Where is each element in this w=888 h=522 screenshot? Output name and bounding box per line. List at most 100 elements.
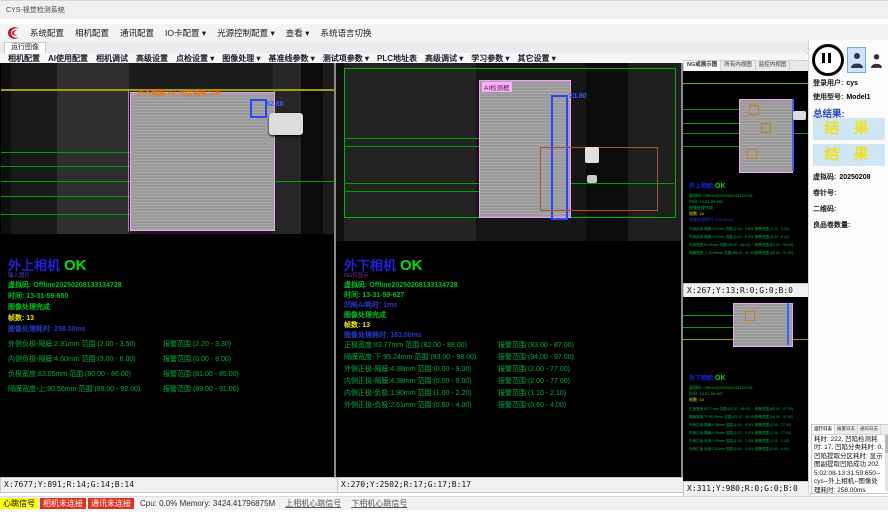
preview-row: 报警范围:(0.00 - 8.00) — [755, 235, 789, 240]
qrcode-field: 二维码: — [813, 204, 836, 214]
camera-left-image[interactable]: 52.88 补齐阈值:93, 吻合阈值:100 — [1, 63, 334, 234]
menu-item-camera-config[interactable]: 相机配置 — [75, 27, 109, 39]
guide-line — [683, 123, 739, 124]
tool-other-settings[interactable]: 其它设置 ▾ — [518, 53, 556, 64]
menu-item-comm-config[interactable]: 通讯配置 — [120, 27, 154, 39]
title-bar: CYS-视觉检测系统 — [0, 0, 888, 19]
preview-bottom-view[interactable]: 外下相机OK 虚拟码: Offline20250208133134728 时间:… — [683, 297, 808, 481]
camera-left-vcode: 虚拟码: Offline20250208133134728 — [8, 280, 122, 290]
user-dark-icon — [871, 53, 882, 68]
measurement-row: 内侧负极-隔膜:4.60mm 范围:(3.00 - 6.00) — [8, 354, 136, 364]
guide-line — [683, 146, 739, 147]
tool-advanced-debug[interactable]: 高级调试 ▾ — [425, 53, 463, 64]
login-user-button[interactable] — [847, 47, 866, 73]
log-tabs: 运行日志 报警日志 通讯日志 — [812, 425, 888, 435]
preview-row: 隔膜宽度-上:90.56mm 范围:(88.00 - 92.00) — [689, 251, 755, 256]
alarm-range: 报警范围:(83.00 - 87.00) — [498, 340, 574, 350]
preview-row: 报警范围:(89.00 - 91.00) — [755, 251, 793, 256]
camera-left-subtitle: 输入图片 — [8, 271, 30, 279]
tool-test-params[interactable]: 测试项参数 ▾ — [323, 53, 369, 64]
preview-line: 帧数: 13 — [689, 397, 704, 403]
connector-object — [269, 113, 303, 135]
alarm-range: 报警范围:(94.00 - 97.00) — [498, 352, 574, 362]
camera-bottom-status-bar: X:270;Y:2502;R:17;G:17;B:17 — [337, 477, 685, 493]
tool-camera-debug[interactable]: 相机调试 — [96, 53, 128, 64]
measurement-row: 内侧正极-隔膜:4.38mm 范围:(0.00 - 9.00) — [344, 376, 472, 386]
camera-left-elapsed: 图像处理耗时: 258.00ms — [8, 324, 86, 334]
bottom-camera-heartbeat-text: 下相机心跳信号 — [351, 498, 407, 509]
tool-camera-config[interactable]: 相机配置 — [8, 53, 40, 64]
ai-box-label: AI检测框 — [482, 82, 512, 92]
login-user-label: 登录用户: — [813, 80, 843, 87]
detection-box — [749, 105, 759, 115]
tool-advanced-settings[interactable]: 高级设置 — [136, 53, 168, 64]
menu-item-io-config[interactable]: IO卡配置 ▾ — [165, 27, 206, 39]
alarm-range: 报警范围:(2.00 - 77.00) — [498, 364, 570, 374]
menu-item-language-switch[interactable]: 系统语言切换 — [320, 27, 371, 39]
detection-box — [745, 311, 755, 321]
preview-top-name: 外上相机 — [689, 184, 713, 190]
menu-item-system-config[interactable]: 系统配置 — [30, 27, 64, 39]
preview-row: 报警范围:(83.00 - 87.00) — [755, 407, 793, 412]
log-tab-run[interactable]: 运行日志 — [812, 425, 835, 434]
preview-row: 外侧正极-负极:2.61mm 范围:(0.60 - 4.00) — [689, 447, 753, 452]
preview-row: 内侧正极-隔膜:4.38mm 范围:(0.00 - 9.00) — [689, 431, 753, 436]
tool-plc-address[interactable]: PLC地址表 — [377, 53, 417, 64]
tool-spot-check[interactable]: 点检设置 ▾ — [176, 53, 214, 64]
measurement-row: 外侧正极-负极:2.61mm 范围:(0.60 - 4.00) — [344, 400, 472, 410]
menu-item-view[interactable]: 查看 ▾ — [286, 27, 310, 39]
camera-left-frames: 帧数: 13 — [8, 313, 34, 323]
preview-bottom-status-bar: X:311;Y:980;R:0;G:0;B:0 — [683, 481, 811, 497]
preview-row: 隔膜宽度-下:95.24mm 范围:(93.00 - 98.00) — [689, 415, 755, 420]
alarm-range: 报警范围:(0.00 - 8.00) — [163, 354, 231, 364]
measurement-row: 外侧负极-隔膜:2.91mm 范围:(2.00 - 3.50) — [8, 339, 136, 349]
application-window: CYS-视觉检测系统 系统配置 相机配置 通讯配置 IO卡配置 ▾ 光源控制配置… — [0, 0, 888, 522]
preview-row: 报警范围:(2.00 - 77.00) — [755, 431, 791, 436]
preview-top-view[interactable]: 外上相机OK 虚拟码: Offline20250208133134728 时间:… — [683, 71, 808, 283]
pause-button[interactable] — [812, 44, 844, 76]
camera-bottom-elapsed: 图像处理耗时: 163.00ms — [344, 330, 422, 340]
top-camera-heartbeat-text: 上相机心跳信号 — [285, 498, 341, 509]
tool-learning-params[interactable]: 学习参数 ▾ — [471, 53, 509, 64]
count-field: 良品卷数量: — [813, 220, 850, 230]
tab-run-image[interactable]: 运行图像 — [4, 42, 46, 53]
detection-box — [747, 149, 757, 159]
log-tab-comm[interactable]: 通讯日志 — [858, 425, 881, 434]
sidebar-buttons — [812, 44, 888, 76]
camera-bottom-done: 图像处理完成 — [344, 310, 386, 320]
tool-ai-config[interactable]: AI使用配置 — [48, 53, 88, 64]
roi-box-brown — [540, 147, 658, 211]
camera-bottom-time: 时间: 13-31-59-627 — [344, 290, 404, 300]
alarm-range: 报警范围:(2.00 - 77.00) — [498, 376, 570, 386]
menu-item-light-config[interactable]: 光源控制配置 ▾ — [217, 27, 275, 39]
menu-bar: 系统配置 相机配置 通讯配置 IO卡配置 ▾ 光源控制配置 ▾ 查看 ▾ 系统语… — [0, 24, 888, 42]
preview-top-title: 外上相机OK — [689, 181, 726, 190]
camera-bottom-result: OK — [400, 257, 423, 274]
baseline-yellow — [683, 83, 808, 84]
edge-line-blue — [787, 303, 789, 345]
user-switch-button[interactable] — [869, 50, 884, 70]
result-box-2: 结 果 — [813, 144, 885, 166]
bright-spot-2 — [587, 175, 597, 183]
vcode-label: 虚拟码: — [813, 174, 836, 181]
camera-bottom-image[interactable]: AI检测框 23.80 — [336, 63, 681, 241]
detection-box — [761, 123, 771, 133]
preview-row: 正极宽度:83.77mm 范围:(82.00 - 88.00) — [689, 407, 750, 412]
tool-image-processing[interactable]: 图像处理 ▾ — [222, 53, 260, 64]
preview-row: 报警范围:(2.00 - 77.00) — [755, 423, 791, 428]
window-title: CYS-视觉检测系统 — [6, 5, 65, 15]
preview-top-result: OK — [715, 183, 726, 190]
vcode-value: 20250208 — [839, 174, 870, 181]
log-tab-alarm[interactable]: 报警日志 — [835, 425, 858, 434]
measurement-row: 内侧正极-负极:1.90mm 范围:(1.00 - 2.20) — [344, 388, 472, 398]
measurement-row: 隔膜宽度-下:95.24mm 范围:(93.00 - 98.00) — [344, 352, 476, 362]
guide-line — [683, 327, 733, 328]
tool-baseline-params[interactable]: 基准线参数 ▾ — [269, 53, 315, 64]
login-user-field: 登录用户:cys — [813, 78, 858, 88]
alarm-range: 报警范围:(0.60 - 4.00) — [498, 400, 566, 410]
heartbeat-badge: 心跳信号 — [0, 498, 38, 509]
right-sidebar: 登录用户:cys 使用型号:Model1 总结果: 结 果 结 果 虚拟码:20… — [808, 40, 888, 493]
material-region — [733, 303, 793, 347]
bright-spot — [585, 147, 599, 163]
result-box-1: 结 果 — [813, 118, 885, 140]
